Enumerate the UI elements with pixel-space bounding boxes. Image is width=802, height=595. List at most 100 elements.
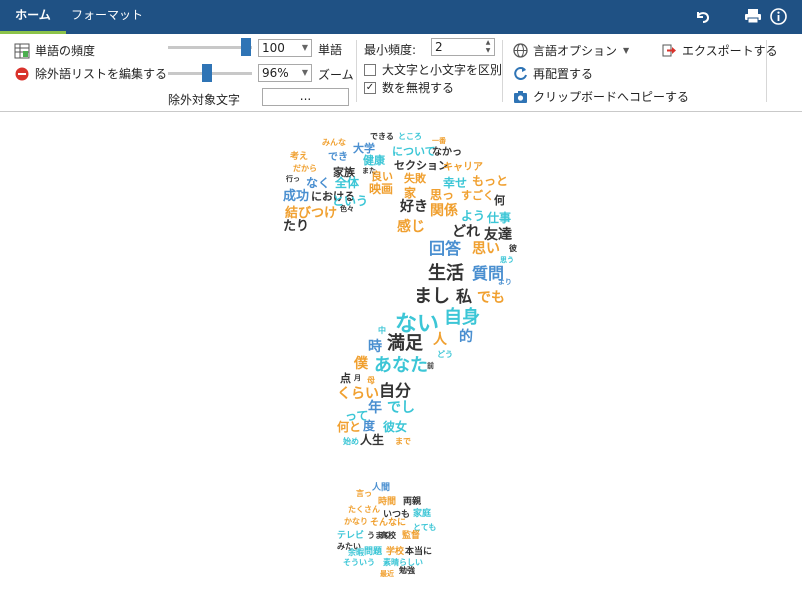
- cloud-word: 満足: [387, 333, 423, 354]
- copy-clipboard-button[interactable]: クリップボードへコピーする: [512, 88, 689, 105]
- cloud-word: そういう: [343, 558, 375, 567]
- cloud-word: 行っ: [286, 175, 300, 183]
- cloud-word: 監督: [402, 531, 421, 541]
- spinner-arrows-icon[interactable]: ▲ ▼: [483, 39, 493, 55]
- cloud-word: 学校: [386, 547, 405, 557]
- cloud-word: どれ: [452, 224, 480, 240]
- word-frequency-label: 単語の頻度: [35, 44, 96, 58]
- cloud-word: テレビ: [337, 531, 365, 541]
- word-count-slider-thumb[interactable]: [241, 38, 251, 56]
- cloud-word: まで: [395, 437, 411, 446]
- cloud-word: 自分: [379, 381, 412, 400]
- zoom-slider[interactable]: [168, 64, 252, 82]
- info-icon[interactable]: [767, 5, 789, 27]
- zoom-slider-thumb[interactable]: [202, 64, 212, 82]
- language-options-button[interactable]: 言語オプション ▼: [512, 42, 629, 59]
- cloud-word: という: [332, 194, 369, 208]
- cloud-word: 彼女: [383, 420, 408, 434]
- cloud-word: 考え: [290, 152, 309, 162]
- cloud-word: 思っ: [430, 188, 455, 202]
- word-count-combo[interactable]: 100 ▼: [258, 39, 312, 57]
- cloud-word: 感じ: [397, 219, 425, 235]
- cloud-word: 人生: [360, 433, 385, 447]
- cloud-word: もっと: [472, 174, 509, 188]
- camera-icon: [512, 89, 528, 105]
- cloud-word: 最近: [380, 570, 394, 578]
- divider: [356, 40, 357, 102]
- undo-icon[interactable]: [692, 5, 714, 27]
- cloud-word: でも: [477, 290, 505, 306]
- cloud-word: だから: [293, 164, 317, 173]
- cloud-word: 彼: [509, 244, 517, 253]
- cloud-word: でき: [328, 152, 348, 163]
- cloud-word: 両親: [403, 497, 422, 507]
- cloud-word: よう: [461, 209, 486, 223]
- cloud-word: まし: [414, 286, 450, 307]
- cloud-word: なく: [306, 176, 331, 190]
- ribbon-toolbar: 単語の頻度 除外語リストを編集する 100 ▼ 単語 96% ▼ ズーム 除外対象文…: [0, 34, 802, 112]
- cloud-word: 余暇: [348, 548, 364, 557]
- cloud-word: 時: [368, 339, 382, 355]
- cloud-word: 問題: [364, 547, 383, 557]
- cloud-word: 始め: [343, 437, 359, 446]
- case-sensitive-checkbox[interactable]: 大文字と小文字を区別: [364, 61, 502, 78]
- checkbox-checked[interactable]: ✓: [364, 81, 376, 94]
- cloud-word: 好き: [400, 199, 428, 215]
- cloud-word: 言っ: [356, 489, 372, 498]
- cloud-word: 前: [427, 362, 434, 370]
- export-button[interactable]: エクスポートする: [661, 42, 778, 59]
- cloud-word: 年: [368, 400, 382, 416]
- cloud-word: 思う: [500, 256, 514, 264]
- cloud-word: たくさん: [348, 505, 380, 514]
- exclude-chars-label: 除外対象文字: [168, 93, 241, 107]
- cloud-word: 母: [367, 376, 375, 385]
- chevron-down-icon: ▼: [301, 68, 308, 77]
- cloud-word: かなり: [344, 517, 368, 526]
- cloud-word: 思い: [472, 241, 500, 257]
- print-icon[interactable]: [742, 5, 764, 27]
- cloud-word: どう: [437, 350, 453, 359]
- cloud-word: くらい: [337, 386, 379, 402]
- word-count-slider[interactable]: [168, 38, 252, 56]
- cloud-word: ところ: [398, 132, 422, 141]
- cloud-word: なかっ: [432, 147, 462, 158]
- cloud-word: 良い: [371, 170, 393, 183]
- cloud-word: たり: [283, 219, 310, 234]
- tab-format[interactable]: フォーマット: [66, 0, 148, 34]
- zoom-combo[interactable]: 96% ▼: [258, 64, 312, 82]
- export-arrow-icon: [661, 43, 677, 59]
- cloud-word: できる: [370, 132, 394, 141]
- ignore-numbers-checkbox[interactable]: ✓ 数を無視する: [364, 79, 454, 96]
- chevron-down-icon: ▼: [301, 43, 308, 52]
- word-frequency-button[interactable]: 単語の頻度: [14, 42, 95, 59]
- cloud-word: 家: [404, 186, 417, 200]
- edit-exclusion-list-button[interactable]: 除外語リストを編集する: [14, 65, 167, 82]
- cloud-word: 何: [494, 194, 505, 207]
- cloud-word: キャリア: [443, 162, 483, 173]
- cloud-word: 友達: [484, 227, 512, 243]
- exclude-chars-button[interactable]: ...: [262, 88, 349, 106]
- cloud-word: 中: [378, 326, 386, 335]
- cloud-word: 関係: [430, 203, 458, 219]
- cloud-word: すごく: [461, 189, 494, 202]
- cloud-word: 一番: [432, 137, 446, 145]
- cloud-word: 高校: [380, 531, 396, 540]
- cloud-word: 点: [340, 372, 351, 385]
- edit-exclusion-label: 除外語リストを編集する: [35, 67, 168, 81]
- checkbox-unchecked[interactable]: [364, 63, 376, 76]
- cloud-word: でし: [387, 400, 415, 416]
- min-frequency-spinner[interactable]: 2 ▲ ▼: [431, 38, 495, 56]
- cloud-word: 成功: [283, 189, 310, 204]
- divider: [766, 40, 767, 102]
- cloud-word: セクション: [394, 159, 449, 172]
- cloud-word: 失敗: [404, 172, 426, 185]
- globe-gear-icon: [512, 43, 528, 59]
- rearrange-button[interactable]: 再配置する: [512, 65, 593, 82]
- cloud-word: 勉強: [399, 566, 415, 575]
- cloud-word: 的: [459, 329, 473, 345]
- dropdown-arrow-icon: ▼: [623, 46, 630, 55]
- cloud-word: みんな: [322, 138, 346, 147]
- title-bar: ホーム フォーマット: [0, 0, 802, 34]
- cloud-word: 健康: [363, 154, 385, 167]
- tab-home[interactable]: ホーム: [0, 0, 66, 34]
